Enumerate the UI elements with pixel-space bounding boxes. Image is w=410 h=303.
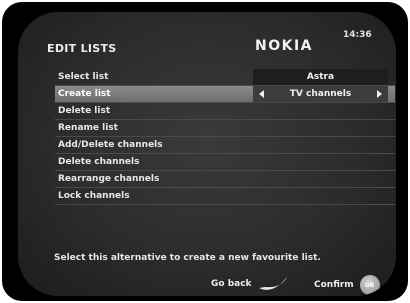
menu-item-create-list[interactable]: Create list TV channels	[55, 86, 395, 103]
list-type-selector[interactable]: TV channels	[253, 86, 388, 102]
tv-bezel: EDIT LISTS NOKIA 14:36 Select list Astra…	[2, 2, 408, 301]
menu-item-label: Lock channels	[58, 191, 130, 201]
list-type-value: TV channels	[289, 89, 352, 99]
back-swoosh-icon	[258, 277, 287, 290]
clock: 14:36	[343, 30, 372, 40]
menu-item-label: Create list	[58, 89, 111, 99]
menu-item-delete-list[interactable]: Delete list	[55, 103, 395, 120]
ok-icon: ok	[359, 275, 380, 295]
arrow-right-icon[interactable]	[377, 90, 382, 98]
edit-lists-menu: Select list Astra Create list TV channel…	[55, 69, 395, 205]
menu-item-label: Rearrange channels	[58, 174, 160, 184]
select-list-value[interactable]: Astra	[253, 69, 388, 85]
arrow-left-icon[interactable]	[259, 90, 264, 98]
menu-item-rename-list[interactable]: Rename list	[55, 120, 395, 137]
go-back-label: Go back	[211, 279, 252, 289]
menu-item-delete-channels[interactable]: Delete channels	[55, 154, 395, 171]
menu-item-select-list[interactable]: Select list Astra	[55, 69, 395, 86]
menu-item-lock-channels[interactable]: Lock channels	[55, 188, 395, 205]
menu-item-label: Delete channels	[58, 157, 140, 167]
confirm-button[interactable]: Confirm ok	[314, 275, 380, 295]
menu-item-label: Add/Delete channels	[58, 140, 163, 150]
menu-item-rearrange-channels[interactable]: Rearrange channels	[55, 171, 395, 188]
go-back-button[interactable]: Go back	[211, 275, 289, 293]
page-title: EDIT LISTS	[47, 42, 117, 55]
menu-item-label: Delete list	[58, 106, 111, 116]
menu-item-add-delete-channels[interactable]: Add/Delete channels	[55, 137, 395, 154]
confirm-label: Confirm	[314, 280, 354, 290]
menu-item-label: Rename list	[58, 123, 118, 133]
help-text: Select this alternative to create a new …	[54, 253, 321, 263]
tv-screen: EDIT LISTS NOKIA 14:36 Select list Astra…	[18, 12, 396, 296]
menu-item-label: Select list	[58, 72, 109, 82]
brand-logo: NOKIA	[255, 38, 314, 54]
